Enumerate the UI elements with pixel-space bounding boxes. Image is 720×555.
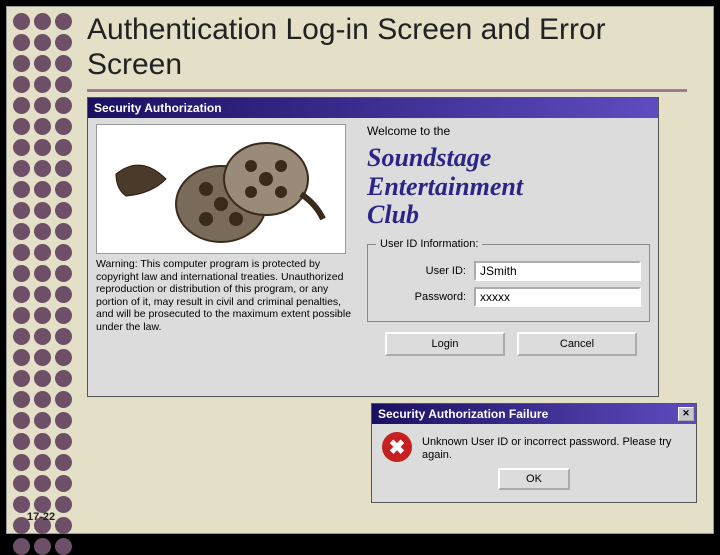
slide-number: 17-22: [27, 511, 55, 523]
login-titlebar: Security Authorization: [88, 98, 658, 118]
login-button[interactable]: Login: [385, 332, 505, 356]
error-icon: ✖: [382, 432, 412, 462]
cancel-button[interactable]: Cancel: [517, 332, 637, 356]
error-body: ✖ Unknown User ID or incorrect password.…: [372, 424, 696, 466]
error-button-row: OK: [372, 468, 696, 490]
warning-text: Warning: This computer program is protec…: [96, 258, 359, 334]
login-right-column: Welcome to the Soundstage Entertainment …: [359, 124, 650, 390]
slide-canvas: Authentication Log-in Screen and Error S…: [6, 6, 714, 534]
fieldset-legend: User ID Information:: [376, 238, 482, 250]
film-reel-image: [96, 124, 346, 254]
login-window: Security Authorization: [87, 97, 659, 397]
brand-title: Soundstage Entertainment Club: [367, 144, 650, 230]
slide-title: Authentication Log-in Screen and Error S…: [87, 13, 687, 82]
ok-button[interactable]: OK: [498, 468, 570, 490]
userid-input[interactable]: [474, 261, 641, 281]
error-window: Security Authorization Failure ✕ ✖ Unkno…: [371, 403, 697, 503]
password-input[interactable]: [474, 287, 641, 307]
decorative-dot-grid: [13, 13, 78, 533]
userid-fieldset: User ID Information: User ID: Password:: [367, 244, 650, 322]
brand-line2: Entertainment: [367, 173, 650, 202]
error-titlebar: Security Authorization Failure ✕: [372, 404, 696, 424]
welcome-text: Welcome to the: [367, 124, 650, 138]
userid-label: User ID:: [376, 265, 466, 277]
error-titlebar-text: Security Authorization Failure: [378, 407, 548, 421]
title-underline: [87, 89, 687, 92]
error-message: Unknown User ID or incorrect password. P…: [422, 432, 686, 462]
brand-line1: Soundstage: [367, 144, 650, 173]
login-button-row: Login Cancel: [367, 332, 650, 356]
password-label: Password:: [376, 291, 466, 303]
close-icon[interactable]: ✕: [678, 407, 694, 421]
login-body: Warning: This computer program is protec…: [88, 118, 658, 396]
login-left-column: Warning: This computer program is protec…: [96, 124, 359, 390]
brand-line3: Club: [367, 201, 650, 230]
